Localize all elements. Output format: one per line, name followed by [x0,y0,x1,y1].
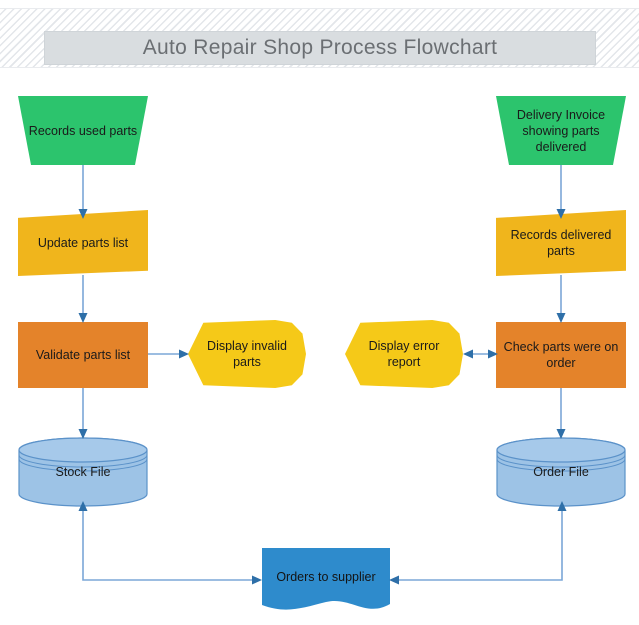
node-label: Validate parts list [35,348,131,362]
node-label-line1: Display invalid [207,339,287,353]
node-label: Update parts list [37,236,129,250]
arrowhead-into-orders-right [389,575,399,585]
node-label-line2: order [546,356,576,370]
node-label-line1: Records delivered [510,228,612,242]
node-label: Records used parts [28,123,138,138]
arrowhead-validate-to-display-invalid [179,349,189,359]
edge-orders-to-stock [82,508,255,581]
node-display-error-report[interactable]: Display error report [345,320,463,388]
node-records-delivered-parts[interactable]: Records delivered parts [496,210,626,276]
page-title: Auto Repair Shop Process Flowchart [142,36,498,59]
node-label-line2: showing parts [522,123,600,138]
arrowhead-into-orders-left [252,575,262,585]
node-delivery-invoice[interactable]: Delivery Invoice showing parts delivered [496,96,626,165]
node-label-line2: parts [547,244,575,258]
node-label: Check parts were on order [498,339,625,371]
node-label: Records delivered parts [505,227,618,259]
node-label: Display invalid parts [201,338,293,370]
node-label-line2: parts [233,355,261,369]
node-label-line1: Delivery Invoice [516,107,606,122]
node-label-line2: report [387,355,421,369]
node-check-parts-were-on-order[interactable]: Check parts were on order [496,322,626,388]
node-label-line3: delivered [535,139,587,154]
arrowhead-check-to-display-error-left [463,349,473,359]
node-order-file[interactable]: Order File [496,437,626,507]
flowchart-canvas: Auto Repair Shop Process Flowchart Recor… [0,0,639,625]
node-label-line1: Check parts were on [503,340,619,354]
node-update-parts-list[interactable]: Update parts list [18,210,148,276]
node-display-invalid-parts[interactable]: Display invalid parts [188,320,306,388]
title-banner: Auto Repair Shop Process Flowchart [0,8,639,68]
title-box: Auto Repair Shop Process Flowchart [44,31,596,65]
node-orders-to-supplier[interactable]: Orders to supplier [262,548,390,613]
cylinder-shape [18,437,148,507]
node-records-used-parts[interactable]: Records used parts [18,96,148,165]
cylinder-shape [496,437,626,507]
edge-order-file-to-orders [396,508,563,581]
node-validate-parts-list[interactable]: Validate parts list [18,322,148,388]
connector-layer [78,165,567,585]
node-label: Delivery Invoice showing parts delivered [511,107,611,155]
node-label-line1: Display error [368,339,440,353]
node-stock-file[interactable]: Stock File [18,437,148,507]
node-label: Display error report [363,338,446,370]
document-shape [262,548,390,610]
